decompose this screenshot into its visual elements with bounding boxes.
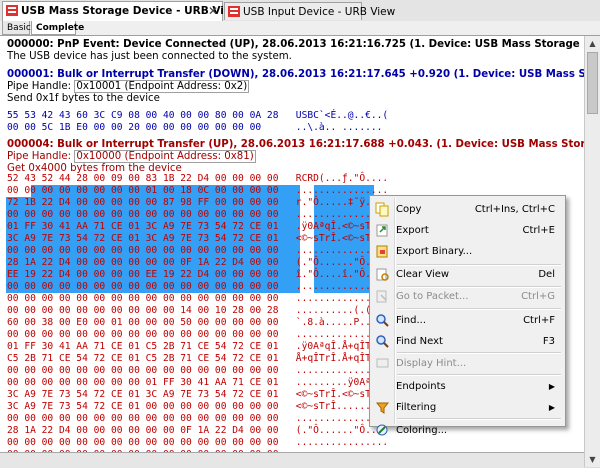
event-description: The USB device has just been connected t… [7,51,292,62]
hex-line[interactable]: C5 2B 71 CE 54 72 CE 01 C5 2B 71 CE 54 7… [7,353,388,365]
hex-line[interactable]: 3C A9 7E 73 54 72 CE 01 00 00 00 00 00 0… [7,401,388,413]
event-pnp-connected[interactable]: 000000: PnP Event: Device Connected (UP)… [7,39,584,63]
menu-item-endpoints[interactable]: Endpoints ▶ [372,366,563,392]
pipe-handle-value[interactable]: 0x10001 (Endpoint Address: 0x2) [74,80,250,93]
export-icon [375,223,390,238]
menu-item-find[interactable]: Find... Ctrl+F [372,300,563,327]
scroll-down-arrow-icon[interactable]: ▼ [587,454,598,465]
menu-item-go-to-packet: Go to Packet... Ctrl+G [372,276,563,303]
tab-mass-storage-urb-view[interactable]: USB Mass Storage Device - URB View ✕ [2,1,241,21]
hex-line[interactable]: 28 1A 22 D4 00 00 00 00 00 00 0F 1A 22 D… [7,257,388,269]
close-icon[interactable]: ✕ [208,2,218,20]
view-mode-tabs: Basic Complete [0,21,600,36]
hex-line[interactable]: 72 1B 22 D4 00 00 00 00 00 87 98 FF 00 0… [7,197,388,209]
vertical-scrollbar[interactable]: ▲ ▼ [584,36,600,467]
menu-item-display-hint: Display Hint... [372,343,563,369]
scrollbar-thumb[interactable] [587,52,598,114]
hex-line[interactable]: 00 00 00 00 00 00 00 00 00 00 00 00 00 0… [7,245,388,257]
tab-label: USB Input Device - URB View [243,6,396,18]
hex-line[interactable]: 01 FF 30 41 AA 71 CE 01 C5 2B 71 CE 54 7… [7,341,388,353]
urb-view-icon [228,6,240,17]
pipe-handle-value[interactable]: 0x10000 (Endpoint Address: 0x81) [74,150,256,163]
hex-line[interactable]: 00 00 00 00 00 00 00 00 01 FF 30 41 AA 7… [7,377,388,389]
menu-item-coloring[interactable]: Coloring... [372,410,563,436]
event-bulk-transfer-down[interactable]: 000001: Bulk or Interrupt Transfer (DOWN… [7,69,584,105]
hex-line[interactable]: 00 00 00 00 00 00 00 00 00 00 00 00 00 0… [7,293,388,305]
bottom-tab-strip [0,452,584,468]
hex-dump-down[interactable]: 55 53 42 43 60 3C C9 08 00 40 00 00 80 0… [7,110,388,134]
hex-line[interactable]: 3C A9 7E 73 54 72 CE 01 3C A9 7E 73 54 7… [7,389,388,401]
tab-input-device-urb-view[interactable]: USB Input Device - URB View [224,2,395,20]
document-tab-bar: USB Mass Storage Device - URB View ✕ USB… [0,0,600,22]
menu-item-find-next[interactable]: Find Next F3 [372,321,563,348]
hex-line[interactable]: 00 00 00 00 00 00 00 00 01 00 18 0C 00 0… [7,185,388,197]
hex-line[interactable]: 00 00 00 00 00 00 00 00 00 00 00 00 00 0… [7,209,388,221]
context-menu: Copy Ctrl+Ins, Ctrl+C Export Ctrl+E Expo… [369,195,566,436]
hex-line[interactable]: 00 00 00 00 00 00 00 00 00 00 00 00 00 0… [7,281,388,293]
hex-line[interactable]: 00 00 00 00 00 00 00 00 00 00 00 00 00 0… [7,365,388,377]
hex-line[interactable]: 60 00 38 00 E0 00 01 00 00 00 50 00 00 0… [7,317,388,329]
hex-line[interactable]: 00 00 00 00 00 00 00 00 00 00 00 00 00 0… [7,437,388,449]
urb-view-icon [6,5,18,16]
menu-item-filtering[interactable]: Filtering ▶ [372,387,563,414]
tab-basic[interactable]: Basic [2,21,31,35]
menu-item-copy[interactable]: Copy Ctrl+Ins, Ctrl+C [372,199,563,220]
coloring-icon [375,423,390,438]
event-header: 000000: PnP Event: Device Connected (UP)… [7,39,584,50]
tab-complete[interactable]: Complete [31,21,84,35]
menu-item-export[interactable]: Export Ctrl+E [372,220,563,241]
hex-line[interactable]: EE 19 22 D4 00 00 00 00 EE 19 22 D4 00 0… [7,269,388,281]
pipe-handle-label: Pipe Handle: [7,81,72,92]
hex-line[interactable]: 55 53 42 43 60 3C C9 08 00 40 00 00 80 0… [7,110,388,122]
hex-line[interactable]: 00 00 00 00 00 00 00 00 00 00 00 00 00 0… [7,329,388,341]
hex-line[interactable]: 01 FF 30 41 AA 71 CE 01 3C A9 7E 73 54 7… [7,221,388,233]
hex-line[interactable]: 3C A9 7E 73 54 72 CE 01 3C A9 7E 73 54 7… [7,233,388,245]
hex-line[interactable]: 00 00 5C 1B E0 00 00 20 00 00 00 00 00 0… [7,122,388,134]
hex-line[interactable]: 00 00 00 00 00 00 00 00 00 00 00 00 00 0… [7,413,388,425]
hex-dump-up[interactable]: 52 43 52 44 28 00 09 00 83 1B 22 D4 00 0… [7,173,388,467]
pipe-handle-label: Pipe Handle: [7,151,72,162]
menu-item-clear-view-row[interactable]: Clear View Del [372,254,563,281]
event-bulk-transfer-up[interactable]: 000004: Bulk or Interrupt Transfer (UP),… [7,139,584,175]
event-description: Send 0x1f bytes to the device [7,93,160,104]
hex-line[interactable]: 00 00 00 00 00 00 00 00 00 00 14 00 10 2… [7,305,388,317]
hex-line[interactable]: 52 43 52 44 28 00 09 00 83 1B 22 D4 00 0… [7,173,388,185]
scroll-up-arrow-icon[interactable]: ▲ [587,38,598,49]
copy-icon [375,202,390,217]
hex-line[interactable]: 28 1A 22 D4 00 00 00 00 00 00 0F 1A 22 D… [7,425,388,437]
